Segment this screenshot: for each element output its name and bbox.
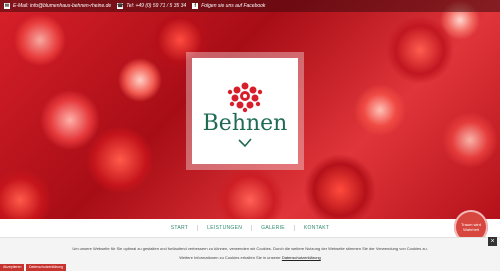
nav-kontakt[interactable]: KONTAKT [295,225,338,231]
facebook-link[interactable]: f Folgen sie uns auf Facebook [192,3,265,9]
logo[interactable]: Behnen [192,58,298,164]
cookie-banner: Um unsere Webseite für Sie optimal zu ge… [0,237,500,271]
nav-leistungen[interactable]: LEISTUNGEN [198,225,253,231]
logo-text: Behnen [202,111,288,136]
facebook-icon: f [192,3,199,9]
badge-text: Traum wird Wahrheit [461,222,481,232]
flower-logo-icon [227,82,263,113]
phone-icon: ☎ [117,3,124,9]
privacy-policy-link[interactable]: Datenschutzerklärung [282,255,321,260]
nav-start[interactable]: START [162,225,199,231]
close-icon[interactable]: × [488,237,497,246]
phone-text: Tel: +49 (0) 59 71 / 5 35 34 [126,3,187,9]
nav-galerie[interactable]: GALERIE [252,225,295,231]
logo-frame: Behnen [186,52,304,170]
main-navigation: START LEISTUNGEN GALERIE KONTAKT [0,219,500,237]
cookie-more-info-text: Weitere Informationen zu Cookies erhalte… [179,255,282,260]
checkmark-icon [238,138,252,148]
facebook-text: Folgen sie uns auf Facebook [201,3,266,9]
top-contact-bar: ✉ E-Mail: info@blumenhaus-behnen-rheine.… [0,0,500,12]
cookie-notice-text: Um unsere Webseite für Sie optimal zu ge… [72,246,428,251]
phone-contact[interactable]: ☎ Tel: +49 (0) 59 71 / 5 35 34 [117,3,186,9]
email-text: E-Mail: info@blumenhaus-behnen-rheine.de [13,3,112,9]
accept-cookies-button[interactable]: Akzeptieren [0,264,25,271]
cookie-more-info: Weitere Informationen zu Cookies erhalte… [0,255,500,260]
email-contact[interactable]: ✉ E-Mail: info@blumenhaus-behnen-rheine.… [4,3,111,9]
mail-icon: ✉ [4,3,10,9]
privacy-button[interactable]: Datenschutzerklärung [26,264,67,271]
